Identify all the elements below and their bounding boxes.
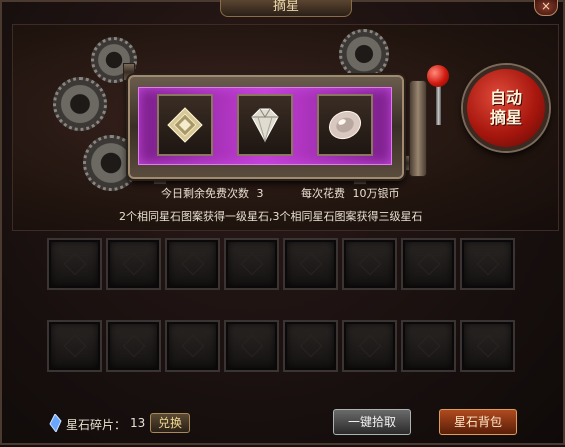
slot-reels bbox=[138, 87, 392, 165]
cost-label: 每次花费 bbox=[301, 187, 345, 200]
exchange-button[interactable]: 兑换 bbox=[150, 413, 190, 433]
star-stone-slot[interactable] bbox=[47, 238, 102, 290]
auto-pick-line2: 摘星 bbox=[489, 108, 522, 127]
cost-info: 每次花费 10万银币 bbox=[301, 185, 400, 201]
star-stone-bag-button[interactable]: 星石背包 bbox=[439, 409, 517, 435]
gear-icon bbox=[339, 29, 389, 79]
rule-text: 2个相同星石图案获得一级星石,3个相同星石图案获得三级星石 bbox=[119, 210, 423, 223]
star-stone-slot[interactable] bbox=[106, 320, 161, 372]
star-stone-slot[interactable] bbox=[165, 320, 220, 372]
star-stone-slot[interactable] bbox=[47, 320, 102, 372]
star-stone-slot[interactable] bbox=[224, 238, 279, 290]
collect-all-button[interactable]: 一键拾取 bbox=[333, 409, 411, 435]
star-gem-oval-icon bbox=[328, 110, 362, 140]
bottom-bar: 星石碎片： 13 兑换 一键拾取 星石背包 bbox=[2, 402, 565, 447]
gear-icon bbox=[53, 77, 107, 131]
free-count-label: 今日剩余免费次数 bbox=[161, 187, 249, 200]
star-gem-square-icon bbox=[167, 107, 203, 143]
free-count-value: 3 bbox=[256, 187, 264, 200]
slot-reel-3 bbox=[317, 94, 373, 156]
star-stone-slot[interactable] bbox=[460, 320, 515, 372]
shard-label: 星石碎片： bbox=[66, 418, 127, 432]
lever-base bbox=[409, 80, 427, 177]
slot-machine-frame bbox=[128, 75, 404, 179]
slot-reel-1 bbox=[157, 94, 213, 156]
star-picking-window: 摘星 × 今日剩余免费次数 3 每次花费 10万银币 2个相同星石图案获得一级星… bbox=[0, 0, 565, 445]
shard-count: 13 bbox=[130, 416, 146, 430]
star-stone-slot[interactable] bbox=[165, 238, 220, 290]
window-title: 摘星 bbox=[220, 0, 352, 17]
cost-value: 10万银币 bbox=[352, 187, 400, 200]
star-stone-slot[interactable] bbox=[401, 320, 456, 372]
star-stone-slot[interactable] bbox=[460, 238, 515, 290]
star-gem-diamond-icon bbox=[251, 108, 279, 143]
auto-pick-line1: 自动 bbox=[489, 88, 522, 107]
close-button[interactable]: × bbox=[534, 0, 558, 16]
star-stone-slot[interactable] bbox=[106, 238, 161, 290]
star-stone-slot[interactable] bbox=[342, 238, 397, 290]
slot-reel-2 bbox=[237, 94, 293, 156]
lever-knob[interactable] bbox=[427, 65, 449, 87]
star-stone-slot[interactable] bbox=[342, 320, 397, 372]
star-shard-icon bbox=[49, 414, 62, 432]
star-stone-slot[interactable] bbox=[401, 238, 456, 290]
star-stone-slot[interactable] bbox=[283, 238, 338, 290]
auto-pick-star-button[interactable]: 自动 摘星 bbox=[463, 65, 549, 151]
star-stone-slot[interactable] bbox=[224, 320, 279, 372]
star-stone-slot[interactable] bbox=[283, 320, 338, 372]
free-count-info: 今日剩余免费次数 3 bbox=[161, 185, 264, 201]
